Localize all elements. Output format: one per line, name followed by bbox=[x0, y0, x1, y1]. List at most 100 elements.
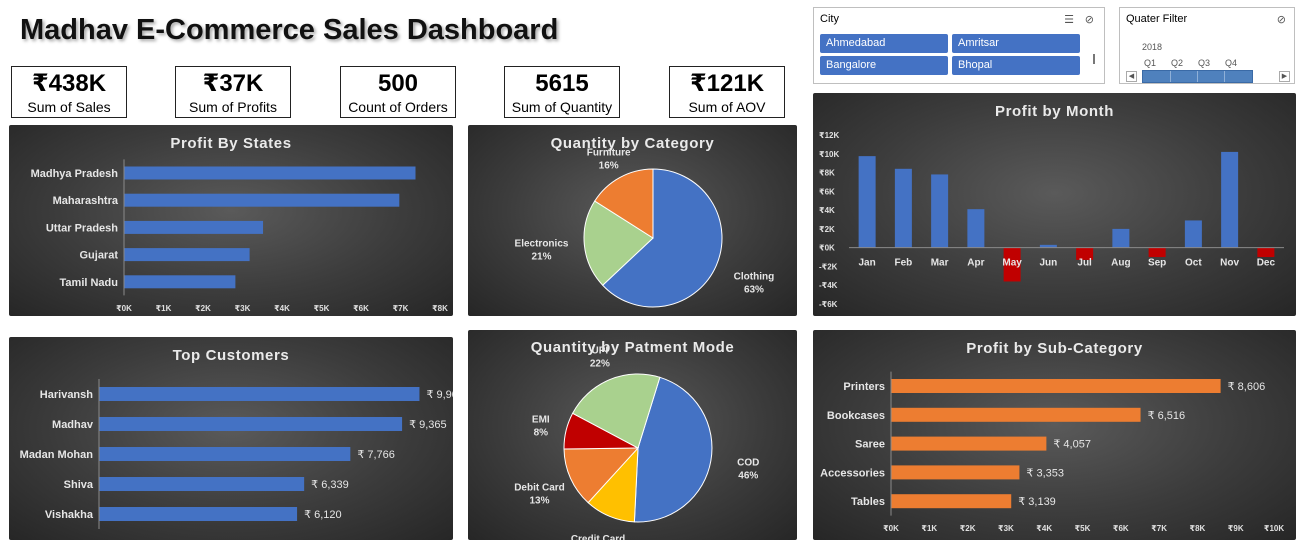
bar-jan bbox=[858, 156, 876, 248]
tick-label: -₹6K bbox=[819, 300, 838, 309]
category-label: Sep bbox=[1148, 258, 1166, 269]
city-item-ahmedabad[interactable]: Ahmedabad bbox=[820, 34, 948, 53]
tick-label: ₹4K bbox=[1036, 524, 1052, 533]
tick-label: ₹4K bbox=[819, 206, 835, 215]
slice-label: Clothing bbox=[734, 272, 775, 283]
bar-madhav bbox=[99, 417, 403, 431]
slice-label: EMI bbox=[532, 415, 550, 426]
category-label: Accessories bbox=[820, 467, 885, 479]
category-label: Jan bbox=[859, 258, 876, 269]
slice-label: COD bbox=[737, 457, 759, 468]
category-label: Maharashtra bbox=[53, 195, 119, 207]
slice-value-label: 8% bbox=[534, 428, 549, 439]
slice-value-label: 13% bbox=[529, 495, 549, 506]
city-slicer: City ☰ ⊘ Ahmedabad Amritsar Bangalore Bh… bbox=[813, 7, 1105, 84]
category-label: Uttar Pradesh bbox=[46, 222, 118, 234]
slice-label: Debit Card bbox=[514, 482, 565, 493]
city-item-bhopal[interactable]: Bhopal bbox=[952, 56, 1080, 75]
tick-label: -₹4K bbox=[819, 281, 838, 290]
tick-label: ₹2K bbox=[195, 304, 211, 313]
category-label: Dec bbox=[1257, 258, 1276, 269]
category-label: Nov bbox=[1220, 258, 1239, 269]
data-label: ₹ 7,766 bbox=[357, 449, 395, 461]
timeline-quarter-label[interactable]: Q3 bbox=[1198, 58, 1210, 68]
category-label: Tables bbox=[851, 496, 885, 508]
category-label: Madhav bbox=[52, 419, 94, 431]
data-label: ₹ 9,365 bbox=[409, 419, 447, 431]
bar-madhya-pradesh bbox=[124, 166, 416, 180]
category-label: Madan Mohan bbox=[20, 449, 94, 461]
category-label: Saree bbox=[855, 439, 885, 451]
bar-aug bbox=[1112, 228, 1130, 248]
bar-bookcases bbox=[891, 407, 1141, 422]
clear-filter-icon[interactable]: ⊘ bbox=[1277, 13, 1286, 26]
tick-label: ₹10K bbox=[1264, 524, 1284, 533]
profit-by-sub-category-panel: Profit by Sub-Category Printers ₹ 8,606 Bo… bbox=[813, 330, 1296, 540]
timeline-quarter-label[interactable]: Q1 bbox=[1144, 58, 1156, 68]
slice-value-label: 46% bbox=[738, 470, 758, 481]
slice-value-label: 63% bbox=[744, 285, 764, 296]
bar-madan-mohan bbox=[99, 447, 351, 461]
bar-nov bbox=[1221, 151, 1239, 248]
data-label: ₹ 3,139 bbox=[1018, 496, 1056, 508]
tick-label: ₹12K bbox=[819, 131, 839, 140]
city-item-amritsar[interactable]: Amritsar bbox=[952, 34, 1080, 53]
bar-tamil-nadu bbox=[124, 275, 236, 289]
bar-shiva bbox=[99, 477, 305, 491]
tick-label: ₹5K bbox=[1075, 524, 1091, 533]
bar-vishakha bbox=[99, 507, 298, 521]
bar-gujarat bbox=[124, 248, 250, 262]
profit-by-states-panel: Profit By States Madhya Pradesh Maharasht… bbox=[9, 125, 453, 316]
slice-label: Furniture bbox=[587, 147, 631, 158]
tick-label: ₹6K bbox=[1113, 524, 1129, 533]
timeline-right-arrow-icon[interactable]: ▶ bbox=[1279, 71, 1290, 82]
slice-label: Electronics bbox=[515, 239, 569, 250]
timeline-left-arrow-icon[interactable]: ◀ bbox=[1126, 71, 1137, 82]
profit-by-month-chart: -₹6K -₹4K -₹2K ₹0K ₹2K ₹4K ₹6K ₹8K ₹10K ₹12K Jan Fe… bbox=[819, 131, 1284, 309]
quantity-by-payment-mode-chart: COD46%Credit Card11%Debit Card13%EMI8%UP… bbox=[514, 346, 759, 540]
category-label: Mar bbox=[931, 258, 949, 269]
city-slicer-header: City bbox=[820, 13, 839, 25]
category-label: Shiva bbox=[64, 479, 94, 491]
kpi-orders-card: 500 Count of Orders bbox=[340, 66, 456, 118]
tick-label: -₹2K bbox=[819, 262, 838, 271]
data-label: ₹ 8,606 bbox=[1228, 381, 1266, 393]
tick-label: ₹6K bbox=[353, 304, 369, 313]
timeline-quarter-label[interactable]: Q2 bbox=[1171, 58, 1183, 68]
category-label: Jul bbox=[1077, 258, 1092, 269]
data-label: ₹ 6,339 bbox=[311, 479, 349, 491]
slice-label: Credit Card bbox=[571, 534, 625, 540]
city-item-bangalore[interactable]: Bangalore bbox=[820, 56, 948, 75]
kpi-profit-card: ₹37K Sum of Profits bbox=[175, 66, 291, 118]
kpi-value: ₹438K bbox=[31, 70, 107, 97]
category-label: Printers bbox=[843, 381, 885, 393]
multi-select-icon[interactable]: ☰ bbox=[1064, 13, 1074, 26]
quantity-by-category-chart: Clothing 63% Electronics 21% Furniture 16% bbox=[515, 147, 775, 308]
tick-label: ₹8K bbox=[819, 169, 835, 178]
tick-label: ₹7K bbox=[1151, 524, 1167, 533]
data-label: ₹ 9,902 bbox=[426, 389, 453, 401]
tick-label: ₹1K bbox=[156, 304, 172, 313]
clear-filter-icon[interactable]: ⊘ bbox=[1085, 13, 1094, 26]
category-label: Apr bbox=[967, 258, 984, 269]
tick-label: ₹10K bbox=[819, 150, 839, 159]
bar-saree bbox=[891, 436, 1047, 451]
category-label: Bookcases bbox=[827, 410, 885, 422]
timeline-quarter-label[interactable]: Q4 bbox=[1225, 58, 1237, 68]
timeline-range-bar[interactable] bbox=[1142, 70, 1253, 83]
category-label: May bbox=[1002, 258, 1022, 269]
kpi-value: ₹121K bbox=[689, 70, 765, 97]
category-label: Gujarat bbox=[79, 250, 118, 262]
kpi-label: Sum of AOV bbox=[688, 99, 766, 115]
tick-label: ₹1K bbox=[921, 524, 937, 533]
bar-sep bbox=[1148, 247, 1166, 258]
kpi-label: Sum of Quantity bbox=[511, 99, 613, 115]
tick-label: ₹0K bbox=[116, 304, 132, 313]
slicer-scrollbar[interactable] bbox=[1090, 36, 1098, 82]
tick-label: ₹5K bbox=[314, 304, 330, 313]
kpi-label: Count of Orders bbox=[348, 99, 448, 115]
data-label: ₹ 6,120 bbox=[304, 509, 342, 521]
kpi-label: Sum of Profits bbox=[189, 99, 277, 115]
slice-value-label: 22% bbox=[590, 359, 610, 370]
tick-label: ₹9K bbox=[1228, 524, 1244, 533]
